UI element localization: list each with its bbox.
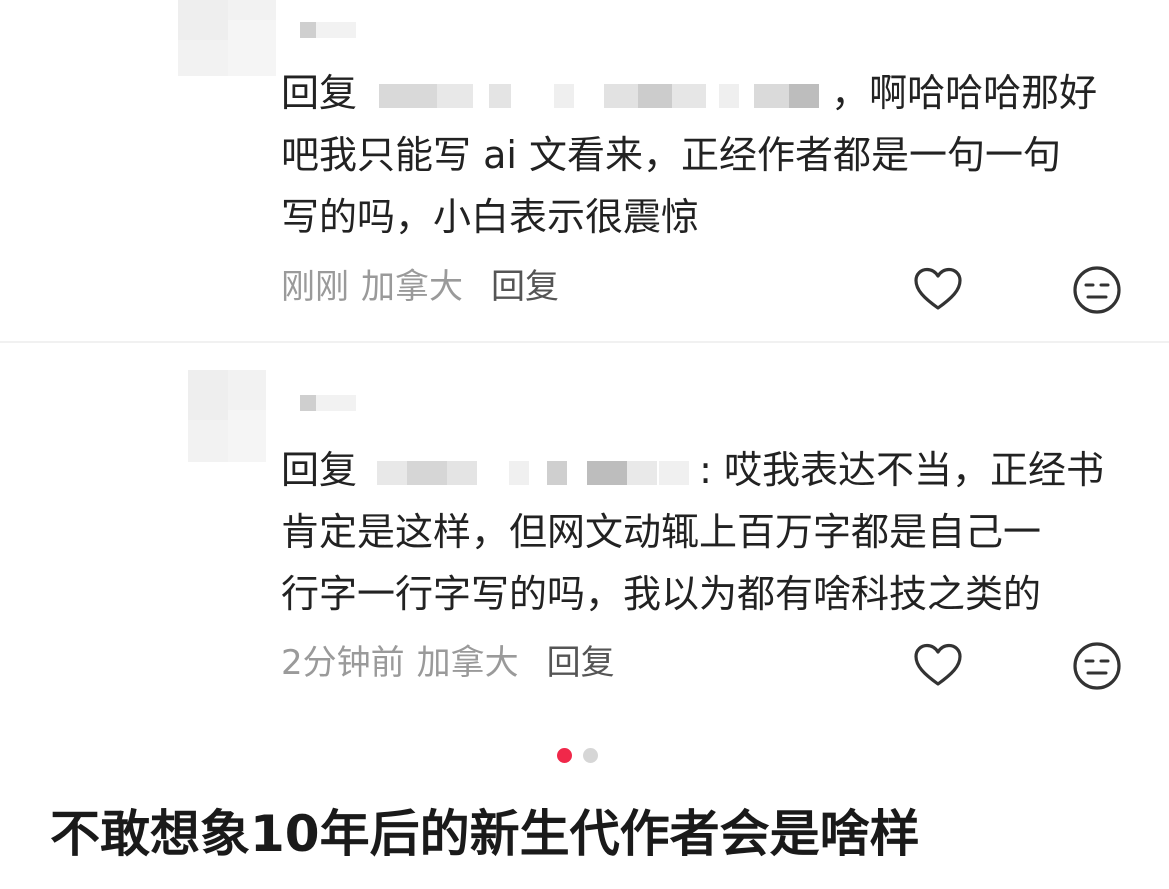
mention-redacted[interactable]	[369, 77, 831, 115]
comment-line: 回复 : 哎我表达不当，正经书	[281, 439, 1141, 501]
comment-meta: 2分钟前 加拿大 回复	[281, 643, 615, 683]
avatar-redacted[interactable]	[188, 370, 266, 462]
location: 加拿大	[416, 643, 519, 683]
comment-text: : 哎我表达不当，正经书	[699, 448, 1104, 492]
comment-line: 回复 ，啊哈哈哈那好	[281, 62, 1141, 124]
comment-meta: 刚刚 加拿大 回复	[281, 267, 559, 307]
timestamp: 2分钟前	[281, 643, 405, 683]
reply-prefix: 回复	[281, 71, 358, 115]
mosaic-block	[228, 410, 266, 462]
timestamp: 刚刚	[281, 267, 349, 307]
avatar-redacted[interactable]	[178, 0, 276, 76]
comment-line: 肯定是这样，但网文动辄上百万字都是自己一	[281, 510, 1042, 554]
comment-line: 吧我只能写 ai 文看来，正经作者都是一句一句	[281, 133, 1062, 177]
heart-outline-icon[interactable]	[912, 264, 964, 316]
reply-button[interactable]: 回复	[491, 267, 559, 307]
pagination-dot[interactable]	[583, 748, 598, 763]
comment-text: ，啊哈哈哈那好	[831, 71, 1098, 115]
username-redacted[interactable]	[300, 395, 380, 411]
comment-line: 写的吗，小白表示很震惊	[281, 195, 700, 239]
mosaic-block	[188, 370, 228, 420]
reply-button[interactable]: 回复	[547, 643, 615, 683]
pagination-dots	[557, 748, 601, 764]
comment-item: 回复 ，啊哈哈哈那好 吧我只能写 ai 文看来，正经作者都是一句一句 写的吗，小…	[0, 0, 1169, 341]
location: 加拿大	[361, 267, 463, 307]
comment-body: 回复 : 哎我表达不当，正经书 肯定是这样，但网文动辄上百万字都是自己一 行字一…	[281, 439, 1141, 625]
heart-outline-icon[interactable]	[912, 640, 964, 692]
mosaic-block	[178, 0, 228, 40]
meh-face-icon[interactable]	[1071, 640, 1123, 692]
mention-redacted[interactable]	[369, 454, 699, 492]
meh-face-icon[interactable]	[1071, 264, 1123, 316]
mosaic-block	[228, 20, 276, 76]
username-redacted[interactable]	[300, 22, 380, 38]
pagination-dot-active[interactable]	[557, 748, 572, 763]
comment-body: 回复 ，啊哈哈哈那好 吧我只能写 ai 文看来，正经作者都是一句一句 写的吗，小…	[281, 62, 1141, 248]
comment-item: 回复 : 哎我表达不当，正经书 肯定是这样，但网文动辄上百万字都是自己一 行字一…	[0, 343, 1169, 723]
post-caption: 不敢想象10年后的新生代作者会是啥样	[50, 805, 920, 863]
comment-line: 行字一行字写的吗，我以为都有啥科技之类的	[281, 572, 1042, 616]
reply-prefix: 回复	[281, 448, 358, 492]
